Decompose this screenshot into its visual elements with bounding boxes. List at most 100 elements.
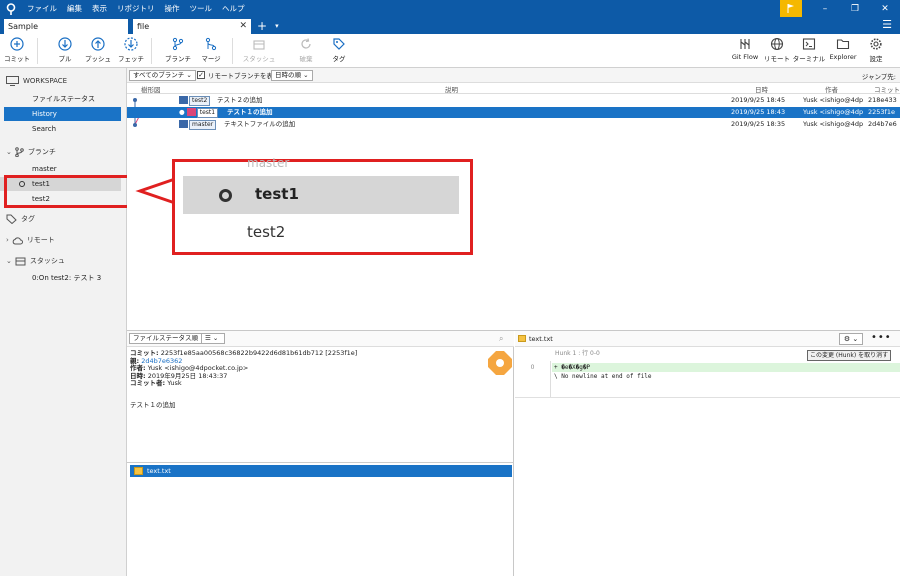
branch-tag-icon xyxy=(179,120,188,128)
branch-label: test1 xyxy=(196,108,219,118)
globe-icon xyxy=(770,37,784,51)
commit-description: テスト１の追加 xyxy=(227,108,273,116)
discard-icon xyxy=(301,38,311,49)
view-mode-select[interactable]: ☰ ⌄ xyxy=(201,333,225,344)
stash-icon xyxy=(15,257,26,265)
remote-label: リモート xyxy=(764,55,790,63)
branch-label: master xyxy=(189,120,217,130)
git-flow-label: Git Flow xyxy=(731,53,759,61)
col-author[interactable]: 作者 xyxy=(825,84,838,94)
highlight-box xyxy=(4,175,134,208)
push-label: プッシュ xyxy=(85,55,111,63)
sort-select[interactable]: ファイルステータス順 ⌄ xyxy=(129,333,210,344)
cloud-icon xyxy=(12,236,23,244)
minimize-button[interactable]: – xyxy=(810,0,840,17)
stash-button[interactable]: スタッシュ xyxy=(239,37,279,63)
toolbar-divider xyxy=(232,38,233,64)
tab-sample[interactable]: Sample xyxy=(4,19,128,34)
changed-files-list: text.txt xyxy=(127,462,514,576)
maximize-button[interactable]: ❐ xyxy=(840,0,870,17)
menu-repository[interactable]: リポジトリ xyxy=(112,0,160,17)
sidebar-item-search[interactable]: Search xyxy=(0,122,121,136)
callout-test1-label: test1 xyxy=(255,185,299,203)
branch-tag-icon xyxy=(179,96,188,104)
sort-select-value: ファイルステータス順 xyxy=(133,334,198,342)
merge-button[interactable]: マージ xyxy=(191,37,231,63)
branch-label: test2 xyxy=(189,96,211,106)
stashes-header[interactable]: ⌄ スタッシュ xyxy=(6,256,65,266)
order-select[interactable]: 日時の順 ⌄ xyxy=(271,70,313,81)
hamburger-menu-icon[interactable]: ☰ xyxy=(882,18,892,31)
chevron-down-icon[interactable]: ▾ xyxy=(275,19,279,34)
close-window-button[interactable]: ✕ xyxy=(870,0,900,17)
branch-filter-select[interactable]: すべてのブランチ ⌄ xyxy=(129,70,196,81)
list-item-file[interactable]: text.txt xyxy=(130,465,512,477)
fetch-label: フェッチ xyxy=(118,55,144,63)
current-branch-icon xyxy=(219,189,232,202)
table-row[interactable]: test2 テスト２の追加 2019/9/25 18:45 Yusk <ishi… xyxy=(127,95,900,106)
sidebar-item-file-status[interactable]: ファイルステータス xyxy=(0,92,121,106)
title-bar: ファイル 編集 表示 リポジトリ 操作 ツール ヘルプ – ❐ ✕ xyxy=(0,0,900,17)
col-description[interactable]: 説明 xyxy=(445,84,458,94)
diff-divider xyxy=(515,397,900,398)
fetch-button[interactable]: フェッチ xyxy=(111,37,151,63)
commit-author: Yusk <ishigo@4dp xyxy=(803,108,864,116)
settings-label: 設定 xyxy=(869,55,883,63)
commit-author: Yusk <ishigo@4dp xyxy=(803,96,864,104)
sidebar-item-master[interactable]: master xyxy=(0,162,121,176)
diff-file-name: text.txt xyxy=(529,335,553,343)
menu-help[interactable]: ヘルプ xyxy=(217,0,250,17)
commit-details-pane: ファイルステータス順 ⌄ ☰ ⌄ ⌕ コミット: 2253f1e85aa0056… xyxy=(127,331,514,576)
discard-label: 破棄 xyxy=(299,55,313,63)
show-remote-checkbox[interactable]: ✓ リモートブランチを表示 xyxy=(197,70,280,80)
flag-icon[interactable] xyxy=(780,0,802,17)
col-date[interactable]: 日時 xyxy=(755,84,768,94)
menu-view[interactable]: 表示 xyxy=(87,0,112,17)
col-graph[interactable]: 樹形図 xyxy=(141,84,161,94)
remotes-label: リモート xyxy=(26,236,55,244)
callout-test1-row: test1 xyxy=(183,176,459,214)
tab-file[interactable]: file ✕ xyxy=(133,19,251,34)
checkbox-checked-icon: ✓ xyxy=(197,71,205,79)
commit-sha: 2253f1e85aa00568c36822b9422d6d81b61db712… xyxy=(160,349,358,357)
add-tab-icon[interactable]: + xyxy=(257,19,267,34)
sidebar-item-history[interactable]: History xyxy=(4,107,121,121)
discard-hunk-button[interactable]: この変更 (Hunk) を取り消す xyxy=(807,350,892,361)
branch-tag-icon xyxy=(186,108,196,116)
main-toolbar: コミット プル プッシュ フェッチ ブランチ マージ スタッシュ 破棄 タグ G… xyxy=(0,34,900,68)
stash-icon xyxy=(253,40,265,50)
zoom-callout: master test1 test2 xyxy=(172,156,473,255)
tags-header[interactable]: タグ xyxy=(6,214,35,224)
menu-tools[interactable]: ツール xyxy=(185,0,218,17)
tab-bar: Sample file ✕ + ▾ ☰ xyxy=(0,17,900,34)
chevron-down-icon: ⌄ xyxy=(6,257,12,265)
branches-header[interactable]: ⌄ ブランチ xyxy=(6,147,56,157)
table-row-selected[interactable]: ● test1 テスト１の追加 2019/9/25 18:43 Yusk <is… xyxy=(127,107,900,118)
branch-icon xyxy=(172,37,184,51)
close-tab-icon[interactable]: ✕ xyxy=(239,19,247,34)
merge-label: マージ xyxy=(201,55,221,63)
more-options-icon[interactable]: ••• xyxy=(871,332,892,343)
diff-header: text.txt ⚙ ⌄ ••• xyxy=(515,331,900,347)
menu-actions[interactable]: 操作 xyxy=(160,0,185,17)
jump-to-label: ジャンプ先: xyxy=(861,73,896,81)
diff-options-button[interactable]: ⚙ ⌄ xyxy=(839,333,863,345)
menu-file[interactable]: ファイル xyxy=(22,0,62,17)
remotes-header[interactable]: › リモート xyxy=(6,235,55,245)
col-commit[interactable]: コミット xyxy=(874,84,900,94)
filter-bar: すべてのブランチ ⌄ ✓ リモートブランチを表示 日時の順 ⌄ ジャンプ先: xyxy=(127,68,900,83)
sidebar-item-stash[interactable]: 0:On test2: テスト 3 xyxy=(0,271,121,285)
file-modified-icon xyxy=(518,335,526,342)
table-row[interactable]: master テキストファイルの追加 2019/9/25 18:35 Yusk … xyxy=(127,119,900,130)
tag-button[interactable]: タグ xyxy=(319,37,359,63)
menu-edit[interactable]: 編集 xyxy=(62,0,87,17)
diff-pane: text.txt ⚙ ⌄ ••• Hunk 1 : 行 0-0 この変更 (Hu… xyxy=(515,331,900,576)
details-toolbar: ファイルステータス順 ⌄ ☰ ⌄ ⌕ xyxy=(127,331,514,347)
settings-button[interactable]: 設定 xyxy=(856,37,896,63)
monitor-icon xyxy=(6,76,19,86)
push-icon xyxy=(91,37,105,51)
commit-button[interactable]: コミット xyxy=(0,37,37,63)
search-icon[interactable]: ⌕ xyxy=(499,334,503,344)
callout-pointer xyxy=(135,177,176,205)
stash-label: スタッシュ xyxy=(242,55,276,63)
